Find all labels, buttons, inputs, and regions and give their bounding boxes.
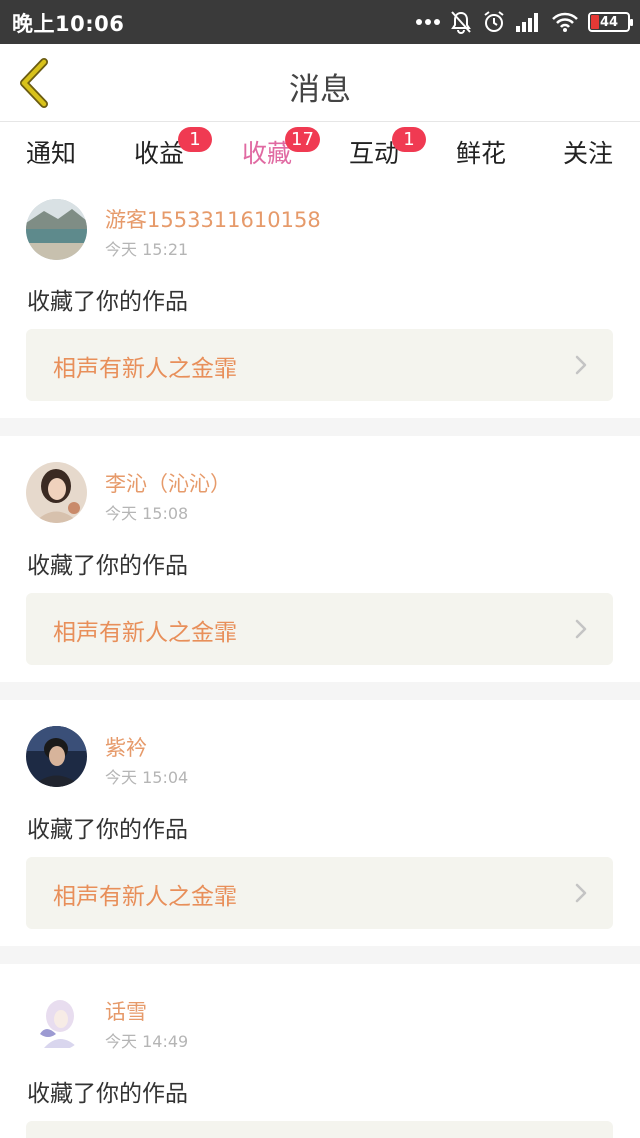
header: 消息 [0, 44, 640, 122]
list-item: 话雪 今天 14:49 收藏了你的作品 [0, 964, 640, 1138]
action-text: 收藏了你的作品 [27, 817, 188, 843]
status-icons: 44 [416, 8, 633, 36]
list-item: 紫衿 今天 15:04 收藏了你的作品 相声有新人之金霏 [0, 700, 640, 946]
tab-bar: 通知 收益 1 收藏 17 互动 1 鲜花 关注 [0, 122, 640, 188]
tab-interactions[interactable]: 互动 1 [349, 127, 426, 178]
tab-label: 通知 [26, 139, 77, 168]
tab-flowers[interactable]: 鲜花 [456, 134, 506, 178]
battery-level-text: 44 [599, 14, 619, 30]
signal-icon [516, 12, 542, 32]
tab-label: 互动 [349, 139, 400, 168]
tab-following[interactable]: 关注 [563, 134, 613, 178]
battery-icon: 44 [588, 12, 633, 32]
divider [0, 682, 640, 700]
work-link[interactable]: 相声有新人之金霏 [26, 593, 613, 665]
username[interactable]: 紫衿 [105, 732, 147, 762]
messages-screen: 晚上10:06 44 消息 通知 收益 1 收藏 17 互动 1 鲜花 关注 游… [0, 0, 640, 1138]
work-title: 相声有新人之金霏 [53, 620, 237, 646]
username[interactable]: 话雪 [105, 996, 147, 1026]
chevron-right-icon [575, 619, 587, 639]
tab-badge: 1 [178, 127, 212, 152]
list-item: 李沁（沁沁） 今天 15:08 收藏了你的作品 相声有新人之金霏 [0, 436, 640, 682]
list-item: 游客1553311610158 今天 15:21 收藏了你的作品 相声有新人之金… [0, 182, 640, 418]
work-title: 相声有新人之金霏 [53, 884, 237, 910]
timestamp: 今天 15:21 [105, 240, 189, 259]
status-time: 晚上10:06 [12, 12, 125, 36]
action-text: 收藏了你的作品 [27, 289, 188, 315]
tab-label: 收藏 [242, 139, 293, 168]
page-title: 消息 [289, 72, 351, 108]
tab-label: 收益 [134, 139, 185, 168]
status-bar: 晚上10:06 44 [0, 0, 640, 44]
username[interactable]: 游客1553311610158 [105, 204, 321, 234]
timestamp: 今天 15:08 [105, 504, 189, 523]
action-text: 收藏了你的作品 [27, 1081, 188, 1107]
work-link[interactable] [26, 1121, 613, 1138]
battery-level-fill [591, 15, 599, 29]
tab-favorites[interactable]: 收藏 17 [242, 127, 320, 188]
tab-label: 鲜花 [456, 139, 507, 168]
tab-notifications[interactable]: 通知 [26, 134, 76, 178]
wifi-icon [552, 12, 578, 32]
avatar[interactable] [26, 990, 87, 1051]
tab-label: 关注 [563, 139, 614, 168]
avatar[interactable] [26, 199, 87, 260]
tab-earnings[interactable]: 收益 1 [134, 127, 212, 178]
avatar[interactable] [26, 726, 87, 787]
chevron-right-icon [575, 355, 587, 375]
more-dots-icon [416, 18, 440, 26]
tab-badge: 17 [285, 127, 320, 152]
chevron-right-icon [575, 883, 587, 903]
work-link[interactable]: 相声有新人之金霏 [26, 857, 613, 929]
bell-off-icon [450, 10, 472, 34]
divider [0, 418, 640, 436]
alarm-icon [482, 10, 506, 34]
work-title: 相声有新人之金霏 [53, 356, 237, 382]
username[interactable]: 李沁（沁沁） [105, 468, 231, 498]
work-link[interactable]: 相声有新人之金霏 [26, 329, 613, 401]
favorites-feed: 游客1553311610158 今天 15:21 收藏了你的作品 相声有新人之金… [0, 182, 640, 1138]
tab-badge: 1 [392, 127, 426, 152]
timestamp: 今天 14:49 [105, 1032, 189, 1051]
divider [0, 946, 640, 964]
avatar[interactable] [26, 462, 87, 523]
timestamp: 今天 15:04 [105, 768, 189, 787]
action-text: 收藏了你的作品 [27, 553, 188, 579]
